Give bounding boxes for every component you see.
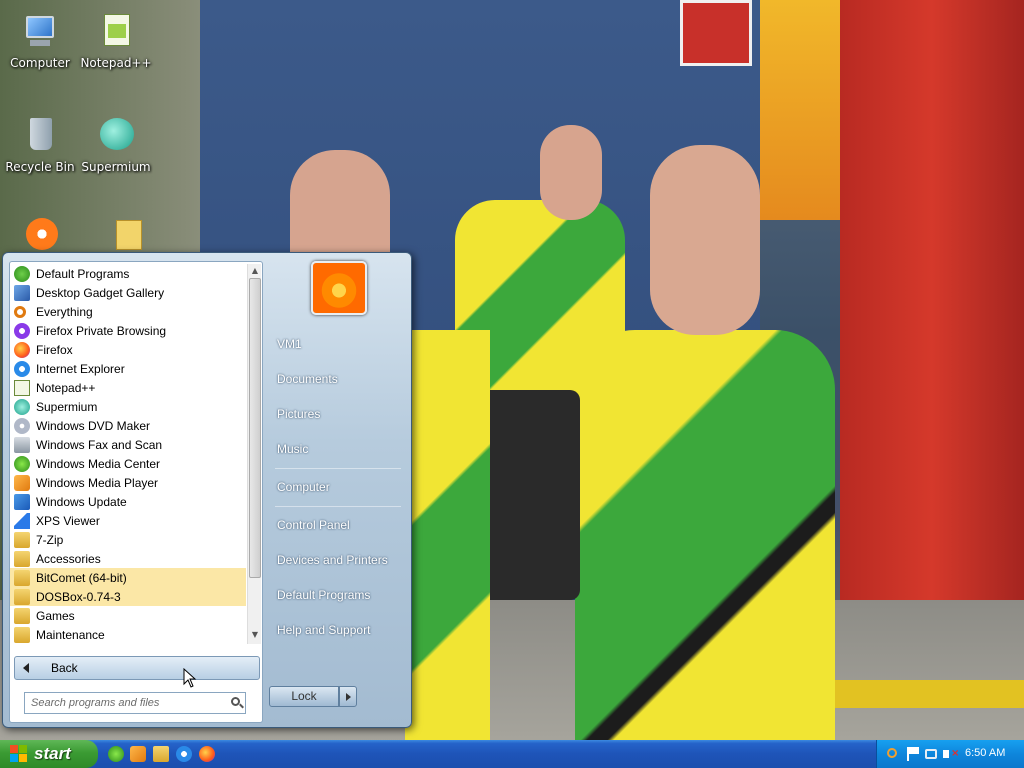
user-name-link[interactable]: VM1 (277, 337, 302, 351)
list-item[interactable]: Internet Explorer (10, 359, 246, 378)
folder-icon (14, 531, 30, 548)
list-item[interactable]: 7-Zip (10, 530, 246, 549)
media-player-icon (14, 474, 30, 491)
explorer-folder-icon[interactable] (153, 746, 169, 762)
xps-icon (14, 512, 30, 529)
back-label: Back (51, 661, 78, 675)
list-item[interactable]: Desktop Gadget Gallery (10, 283, 246, 302)
list-item[interactable]: DOSBox-0.74-3 (10, 587, 246, 606)
system-tray: × 6:50 AM (876, 740, 1024, 768)
documents-link[interactable]: Documents (277, 372, 338, 386)
scroll-up-icon[interactable]: ▲ (250, 266, 260, 276)
desktop-icon-notepadpp[interactable]: Notepad++ (76, 12, 156, 70)
recycle-bin-icon (20, 116, 60, 156)
folder-icon (14, 626, 30, 643)
ie-icon (14, 360, 30, 377)
dvd-icon (14, 417, 30, 434)
list-item[interactable]: Default Programs (10, 264, 246, 283)
start-button[interactable]: start (0, 740, 98, 768)
list-item[interactable]: Windows Media Player (10, 473, 246, 492)
show-desktop-icon[interactable] (108, 746, 124, 762)
supermium-icon (96, 116, 136, 156)
desktop-icon-recycle-bin[interactable]: Recycle Bin (0, 116, 80, 174)
desktop-icon-label: Recycle Bin (5, 160, 75, 174)
app-icon (20, 216, 60, 256)
update-icon (14, 493, 30, 510)
list-item[interactable]: Supermium (10, 397, 246, 416)
search-icon[interactable] (231, 697, 244, 709)
music-link[interactable]: Music (277, 442, 308, 456)
network-icon[interactable] (925, 749, 937, 759)
shutdown-options-arrow[interactable] (339, 686, 357, 707)
search-box[interactable] (24, 692, 246, 714)
firefox-icon[interactable] (199, 746, 215, 762)
default-programs-link[interactable]: Default Programs (277, 588, 370, 602)
desktop-icon-label: Computer (10, 56, 70, 70)
back-button[interactable]: Back (14, 656, 260, 680)
search-input[interactable] (31, 697, 227, 709)
divider (275, 506, 401, 507)
pictures-link[interactable]: Pictures (277, 407, 320, 421)
list-item[interactable]: Accessories (10, 549, 246, 568)
search-icon (14, 305, 26, 318)
list-item[interactable]: Windows Media Center (10, 454, 246, 473)
divider (275, 468, 401, 469)
scroll-down-icon[interactable]: ▼ (250, 630, 260, 640)
firefox-icon (14, 341, 30, 358)
media-player-icon[interactable] (130, 746, 146, 762)
volume-muted-icon[interactable]: × (943, 747, 959, 761)
taskbar: start × 6:50 AM (0, 740, 1024, 768)
program-list-scrollbar[interactable]: ▲ ▼ (247, 264, 261, 644)
desktop-icon-label: Supermium (81, 160, 151, 174)
computer-link[interactable]: Computer (277, 480, 330, 494)
devices-printers-link[interactable]: Devices and Printers (277, 553, 388, 567)
folder-icon (14, 588, 30, 605)
start-menu-right-pane: VM1 Documents Pictures Music Computer Co… (267, 253, 411, 727)
list-item[interactable]: Firefox Private Browsing (10, 321, 246, 340)
list-item[interactable]: Windows Fax and Scan (10, 435, 246, 454)
computer-icon (20, 12, 60, 52)
start-menu-left-pane: Default Programs Desktop Gadget Gallery … (9, 261, 263, 723)
desktop-icon-supermium[interactable]: Supermium (76, 116, 156, 174)
lock-button[interactable]: Lock (269, 686, 339, 707)
scroll-thumb[interactable] (249, 278, 261, 578)
list-item[interactable]: BitComet (64-bit) (10, 568, 246, 587)
user-avatar[interactable] (311, 261, 367, 315)
flag-icon[interactable] (907, 747, 921, 761)
gadget-icon (14, 284, 30, 301)
start-menu: Default Programs Desktop Gadget Gallery … (2, 252, 412, 728)
notepad-icon (14, 379, 30, 396)
list-item[interactable]: Maintenance (10, 625, 246, 644)
help-support-link[interactable]: Help and Support (277, 623, 370, 637)
default-programs-icon (14, 265, 30, 282)
mouse-cursor-icon (183, 668, 197, 688)
ie-icon[interactable] (176, 746, 192, 762)
folder-icon (96, 216, 142, 256)
folder-icon (14, 607, 30, 624)
start-label: start (34, 744, 71, 763)
list-item[interactable]: Windows DVD Maker (10, 416, 246, 435)
desktop-icon-computer[interactable]: Computer (0, 12, 80, 70)
back-arrow-icon (23, 663, 29, 673)
clock[interactable]: 6:50 AM (965, 747, 1005, 759)
program-list: Default Programs Desktop Gadget Gallery … (10, 262, 246, 644)
folder-icon (14, 569, 30, 586)
list-item[interactable]: Games (10, 606, 246, 625)
list-item[interactable]: XPS Viewer (10, 511, 246, 530)
list-item[interactable]: Firefox (10, 340, 246, 359)
list-item[interactable]: Everything (10, 302, 246, 321)
media-center-icon (14, 455, 30, 472)
windows-logo-icon (10, 745, 28, 763)
folder-icon (14, 550, 30, 567)
firefox-private-icon (14, 322, 30, 339)
control-panel-link[interactable]: Control Panel (277, 518, 350, 532)
notepad-icon (96, 12, 136, 52)
desktop-icon-label: Notepad++ (80, 56, 152, 70)
fax-icon (14, 436, 30, 453)
list-item[interactable]: Notepad++ (10, 378, 246, 397)
supermium-icon (14, 398, 30, 415)
list-item[interactable]: Windows Update (10, 492, 246, 511)
search-icon[interactable] (887, 748, 897, 758)
